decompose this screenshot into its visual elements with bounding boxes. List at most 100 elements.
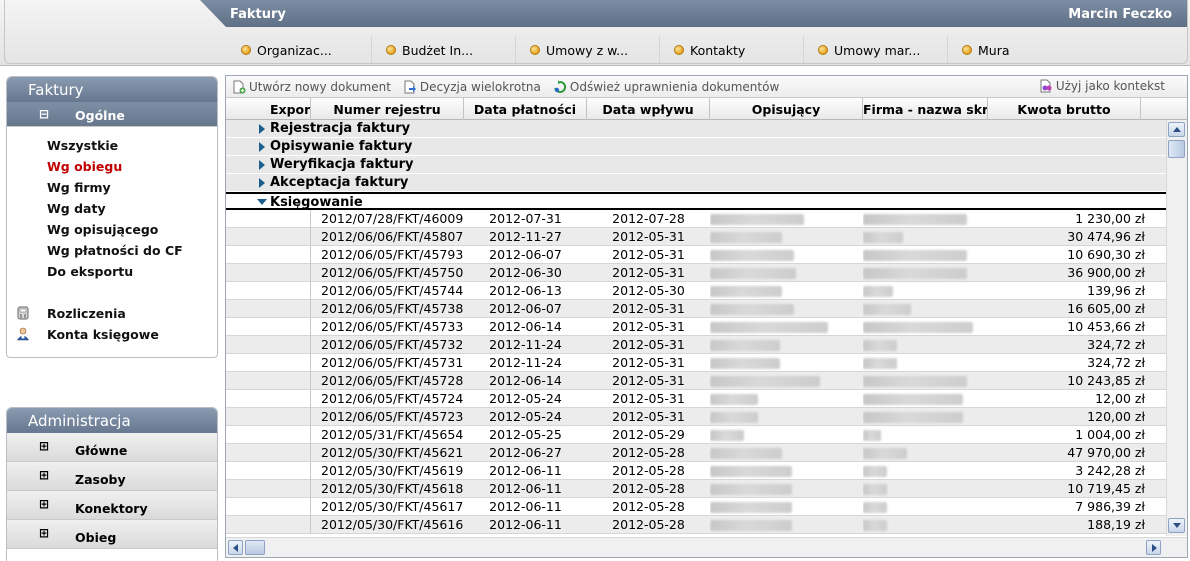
cell-gross-amount: 188,19 zł	[1087, 517, 1145, 532]
tab-5[interactable]: Mura	[947, 36, 1091, 64]
table-row[interactable]: 2012/06/06/FKT/45807 2012-11-27 2012-05-31…	[226, 228, 1166, 246]
table-row[interactable]: 2012/07/28/FKT/46009 2012-07-31 2012-07-28…	[226, 210, 1166, 228]
vertical-scrollbar[interactable]	[1166, 120, 1187, 536]
table-row[interactable]: 2012/06/05/FKT/45723 2012-05-24 2012-05-31…	[226, 408, 1166, 426]
cell-due-date: 2012-06-13	[489, 283, 562, 298]
cell-describer	[710, 390, 863, 408]
cell-gross-amount: 324,72 zł	[1087, 355, 1145, 370]
group-row-3[interactable]: Akceptacja faktury	[226, 174, 1166, 192]
nav-item-3[interactable]: Wg daty	[7, 198, 217, 219]
nav-item-0[interactable]: Wszystkie	[7, 135, 217, 156]
table-row[interactable]: 2012/06/05/FKT/45732 2012-11-24 2012-05-31…	[226, 336, 1166, 354]
column-gross-amount[interactable]: Kwota brutto	[988, 98, 1141, 120]
group-row-0[interactable]: Rejestracja faktury	[226, 120, 1166, 138]
tab-3[interactable]: Kontakty	[659, 36, 803, 64]
redacted-text	[863, 376, 967, 387]
table-row[interactable]: 2012/06/05/FKT/45724 2012-05-24 2012-05-31…	[226, 390, 1166, 408]
table-row[interactable]: 2012/05/31/FKT/45654 2012-05-25 2012-05-29…	[226, 426, 1166, 444]
table-row[interactable]: 2012/06/05/FKT/45744 2012-06-13 2012-05-30…	[226, 282, 1166, 300]
tab-0[interactable]: Organizac...	[227, 36, 371, 64]
table-row[interactable]: 2012/06/05/FKT/45731 2012-11-24 2012-05-31…	[226, 354, 1166, 372]
cell-export	[226, 300, 311, 318]
table-row[interactable]: 2012/05/30/FKT/45621 2012-06-27 2012-05-28…	[226, 444, 1166, 462]
column-export[interactable]: Export	[254, 98, 311, 120]
table-row[interactable]: 2012/06/05/FKT/45733 2012-06-14 2012-05-31…	[226, 318, 1166, 336]
tab-2[interactable]: Umowy z w...	[515, 36, 659, 64]
new-document-button[interactable]: Utwórz nowy dokument	[232, 80, 391, 94]
horizontal-scrollbar[interactable]	[226, 537, 1187, 557]
cell-export	[226, 282, 311, 300]
redacted-text	[710, 412, 758, 423]
nav-item-label: Wg firmy	[47, 180, 111, 195]
cell-received-date: 2012-05-31	[612, 301, 685, 316]
scroll-up-button[interactable]	[1168, 122, 1185, 137]
expand-icon: ⊞	[39, 439, 50, 453]
use-as-context-label: Użyj jako kontekst	[1055, 79, 1165, 93]
grid-header: Export Numer rejestru Data płatności Dat…	[226, 98, 1187, 120]
expand-icon: ⊞	[39, 468, 50, 482]
cell-received-date: 2012-05-28	[612, 445, 685, 460]
use-as-context-button[interactable]: Użyj jako kontekst	[1039, 79, 1165, 93]
column-company[interactable]: Firma - nazwa skró	[863, 98, 988, 120]
cell-export	[226, 372, 311, 390]
cell-gross-amount: 1 004,00 zł	[1075, 427, 1145, 442]
cell-company	[863, 228, 998, 246]
column-due-date[interactable]: Data płatności	[464, 98, 587, 120]
table-row[interactable]: 2012/06/05/FKT/45750 2012-06-30 2012-05-31…	[226, 264, 1166, 282]
column-received-date[interactable]: Data wpływu	[587, 98, 710, 120]
redacted-text	[710, 430, 744, 441]
table-row[interactable]: 2012/05/30/FKT/45617 2012-06-11 2012-05-28…	[226, 498, 1166, 516]
column-number[interactable]: Numer rejestru	[311, 98, 464, 120]
refresh-permissions-button[interactable]: Odśwież uprawnienia dokumentów	[553, 80, 779, 94]
title-strip: Faktury Marcin Feczko	[200, 0, 1188, 27]
expand-icon: ⊞	[39, 497, 50, 511]
horizontal-scroll-thumb[interactable]	[245, 540, 265, 555]
table-row[interactable]: 2012/05/30/FKT/45618 2012-06-11 2012-05-28…	[226, 480, 1166, 498]
admin-section-2[interactable]: ⊞ Konektory	[7, 491, 217, 520]
user-name[interactable]: Marcin Feczko	[1068, 7, 1172, 22]
table-row[interactable]: 2012/05/30/FKT/45616 2012-06-11 2012-05-28…	[226, 516, 1166, 534]
nav-item-6[interactable]: Do eksportu	[7, 261, 217, 282]
table-row[interactable]: 2012/06/05/FKT/45738 2012-06-07 2012-05-31…	[226, 300, 1166, 318]
table-row[interactable]: 2012/06/05/FKT/45728 2012-06-14 2012-05-31…	[226, 372, 1166, 390]
table-row[interactable]: 2012/05/30/FKT/45619 2012-06-11 2012-05-28…	[226, 462, 1166, 480]
redacted-text	[710, 502, 792, 513]
cell-due-date: 2012-07-31	[489, 211, 562, 226]
cell-due-date: 2012-06-14	[489, 373, 562, 388]
nav-item-konta-ksiegowe[interactable]: Konta księgowe	[7, 324, 217, 345]
administracja-sections: ⊞ Główne ⊞ Zasoby ⊞ Konektory ⊞ Obieg	[7, 433, 217, 549]
section-ogolne-label: Ogólne	[75, 108, 125, 123]
tab-4[interactable]: Umowy mar...	[803, 36, 947, 64]
admin-section-0[interactable]: ⊞ Główne	[7, 433, 217, 462]
nav-item-5[interactable]: Wg płatności do CF	[7, 240, 217, 261]
tab-1[interactable]: Budżet In...	[371, 36, 515, 64]
cell-export	[226, 444, 311, 462]
column-describer[interactable]: Opisujący	[710, 98, 863, 120]
expand-caret-icon	[259, 178, 265, 188]
nav-item-1[interactable]: Wg obiegu	[7, 156, 217, 177]
nav-item-4[interactable]: Wg opisującego	[7, 219, 217, 240]
redacted-text	[863, 340, 897, 351]
multi-decision-button[interactable]: Decyzja wielokrotna	[403, 80, 541, 94]
group-row-1[interactable]: Opisywanie faktury	[226, 138, 1166, 156]
group-row-4[interactable]: Księgowanie	[226, 192, 1166, 210]
faktury-panel: Faktury ⊟ Ogólne Wszystkie Wg obiegu Wg fi…	[6, 76, 218, 358]
group-list: Rejestracja faktury Opisywanie faktury Wer…	[226, 120, 1166, 210]
scroll-left-button[interactable]	[228, 540, 243, 555]
redacted-text	[710, 448, 782, 459]
admin-section-1[interactable]: ⊞ Zasoby	[7, 462, 217, 491]
section-ogolne[interactable]: ⊟ Ogólne	[7, 102, 217, 127]
nav-item-2[interactable]: Wg firmy	[7, 177, 217, 198]
scroll-right-button[interactable]	[1146, 540, 1161, 555]
group-row-2[interactable]: Weryfikacja faktury	[226, 156, 1166, 174]
redacted-text	[710, 214, 804, 225]
cell-number: 2012/07/28/FKT/46009	[321, 211, 464, 226]
cell-gross-amount: 1 230,00 zł	[1075, 211, 1145, 226]
scroll-down-button[interactable]	[1168, 518, 1185, 533]
vertical-scroll-thumb[interactable]	[1168, 140, 1185, 158]
redacted-text	[863, 394, 963, 405]
table-row[interactable]: 2012/06/05/FKT/45793 2012-06-07 2012-05-31…	[226, 246, 1166, 264]
collapse-icon: ⊟	[39, 107, 50, 121]
nav-item-rozliczenia[interactable]: Rozliczenia	[7, 303, 217, 324]
admin-section-3[interactable]: ⊞ Obieg	[7, 520, 217, 549]
